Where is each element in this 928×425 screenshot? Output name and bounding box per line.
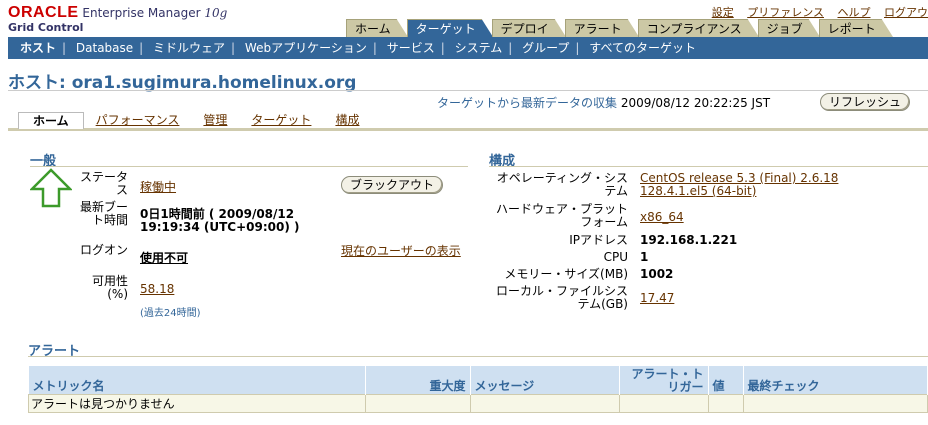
blackout-button[interactable]: ブラックアウト xyxy=(341,176,444,194)
hardware-label: ハードウェア・プラットフォーム xyxy=(495,202,628,229)
sub-tabs: ホーム パフォーマンス 管理 ターゲット 構成 xyxy=(18,112,371,129)
config-rule xyxy=(489,166,928,167)
alerts-table: メトリック名 重大度 メッセージ アラート・トリガー 値 最終チェック アラート… xyxy=(28,366,928,413)
status-up-icon xyxy=(28,168,74,211)
subnav-groups[interactable]: グループ xyxy=(516,41,575,55)
col-value: 値 xyxy=(708,366,744,395)
title-divider xyxy=(8,90,928,91)
logon-value: 使用不可 xyxy=(140,251,189,265)
boot-time-value: 0日1時間前 ( 2009/08/12 19:19:34 (UTC+09:00)… xyxy=(140,207,300,234)
subtab-administration[interactable]: 管理 xyxy=(191,112,239,128)
memory-label: メモリー・サイズ(MB) xyxy=(504,267,628,281)
availability-value-link[interactable]: 58.18 xyxy=(140,282,174,296)
subnav-systems[interactable]: システム xyxy=(449,41,509,55)
target-type-nav: ホスト | Database | ミドルウェア | Webアプリケーション | サービス… xyxy=(8,37,928,59)
collect-label: ターゲットから最新データの収集 xyxy=(437,96,618,110)
ip-label: IPアドレス xyxy=(569,233,628,247)
hardware-value-link[interactable]: x86_64 xyxy=(640,210,684,224)
empty-message: アラートは見つかりません xyxy=(28,394,366,413)
status-value-link[interactable]: 稼働中 xyxy=(140,178,176,195)
col-last-checked[interactable]: 最終チェック xyxy=(743,366,928,395)
current-user-link[interactable]: 現在のユーザーの表示 xyxy=(341,244,463,258)
oracle-wordmark: ORACLE xyxy=(8,4,79,21)
main-tabs: ホーム ターゲット デプロイ アラート コンプライアンス ジョブ レポート xyxy=(346,19,892,37)
col-alert-trigger[interactable]: アラート・トリガー xyxy=(619,366,709,395)
col-severity[interactable]: 重大度 xyxy=(365,366,471,395)
subtab-configuration[interactable]: 構成 xyxy=(323,112,371,128)
preferences-link[interactable]: プリファレンス xyxy=(747,6,824,19)
os-label: オペレーティング・システム xyxy=(496,171,628,198)
tab-home[interactable]: ホーム xyxy=(346,19,409,38)
col-metric-name[interactable]: メトリック名 xyxy=(28,366,366,395)
subnav-hosts[interactable]: ホスト xyxy=(8,41,62,55)
tab-targets[interactable]: ターゲット xyxy=(407,19,494,38)
subtab-home[interactable]: ホーム xyxy=(18,112,84,129)
alerts-rule xyxy=(28,356,928,357)
filesystem-value-link[interactable]: 17.47 xyxy=(640,291,674,305)
help-link[interactable]: ヘルプ xyxy=(838,6,871,19)
subnav-database[interactable]: Database xyxy=(70,41,139,55)
subnav-middleware[interactable]: ミドルウェア xyxy=(147,41,231,55)
tab-deploy[interactable]: デプロイ xyxy=(492,19,567,38)
collect-time: 2009/08/12 20:22:25 JST xyxy=(620,96,771,110)
logout-link[interactable]: ログアウ xyxy=(884,6,928,19)
status-label: ステータス xyxy=(80,170,129,197)
boot-time-label: 最新ブート時間 xyxy=(80,200,129,227)
subnav-web-apps[interactable]: Webアプリケーション xyxy=(239,41,373,55)
settings-link[interactable]: 設定 xyxy=(712,6,734,19)
alerts-header-row: メトリック名 重大度 メッセージ アラート・トリガー 値 最終チェック xyxy=(28,366,928,395)
col-message: メッセージ xyxy=(470,366,620,395)
oracle-logo: ORACLE Enterprise Manager 10g xyxy=(8,4,227,22)
refresh-button[interactable]: リフレッシュ xyxy=(820,93,911,111)
subtab-targets[interactable]: ターゲット xyxy=(239,112,323,128)
subnav-all-targets[interactable]: すべてのターゲット xyxy=(583,41,702,55)
subtab-performance[interactable]: パフォーマンス xyxy=(84,112,192,128)
tab-compliance[interactable]: コンプライアンス xyxy=(638,19,760,38)
logon-label: ログオン xyxy=(80,243,129,257)
ip-value: 192.168.1.221 xyxy=(640,233,738,247)
product-subtitle: Grid Control xyxy=(8,21,84,34)
memory-value: 1002 xyxy=(640,267,674,281)
filesystem-label: ローカル・ファイルシステム(GB) xyxy=(495,284,628,311)
tab-reports[interactable]: レポート xyxy=(819,19,894,38)
availability-label: 可用性(%) xyxy=(91,274,128,301)
os-value-link[interactable]: CentOS release 5.3 (Final) 2.6.18 128.4.… xyxy=(640,172,862,198)
cpu-label: CPU xyxy=(603,250,628,264)
subnav-services[interactable]: サービス xyxy=(381,41,441,55)
tab-jobs[interactable]: ジョブ xyxy=(758,19,821,38)
tab-alerts[interactable]: アラート xyxy=(565,19,640,38)
general-rule xyxy=(30,166,468,167)
cpu-value: 1 xyxy=(640,250,649,264)
collect-info: ターゲットから最新データの収集 2009/08/12 20:22:25 JST xyxy=(437,94,770,111)
availability-note: (過去24時間) xyxy=(140,308,201,319)
global-links: 設定 プリファレンス ヘルプ ログアウ xyxy=(702,4,928,20)
table-row: アラートは見つかりません xyxy=(28,394,928,413)
product-name: Enterprise Manager 10g xyxy=(82,6,228,20)
